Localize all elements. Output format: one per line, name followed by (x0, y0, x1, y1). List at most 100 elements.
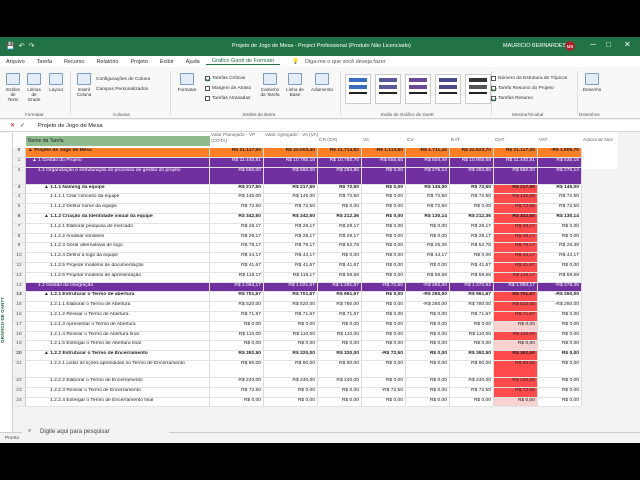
cv-cell[interactable]: R$ 44,17 (406, 253, 450, 262)
menu-arquivo[interactable]: Arquivo (0, 59, 31, 65)
table-row[interactable]: 13 1.2 Gestão da Integração R$ 1.094,17 R$ … (13, 282, 582, 293)
eat-cell[interactable]: R$ 0,00 (450, 397, 494, 407)
outline-number-checkbox[interactable]: Número da Estrutura de Tópicos (491, 76, 567, 81)
task-path-button[interactable]: Caminho da Tarefa (259, 73, 281, 97)
vat-cell[interactable]: R$ 0,00 (538, 263, 582, 272)
cr-cell[interactable]: R$ 961,67 (318, 292, 362, 302)
eat-cell[interactable]: R$ 1.372,62 (450, 282, 494, 292)
table-row[interactable]: 2 1.2 Organização e estruturação do proce… (13, 167, 582, 185)
cv-cell[interactable]: R$ 0,00 (406, 361, 450, 377)
row-id[interactable]: 10 (13, 253, 26, 262)
eat-cell[interactable]: R$ 961,67 (450, 292, 494, 302)
row-id[interactable]: 3 (13, 184, 26, 194)
gantt-style-5[interactable] (465, 74, 491, 104)
vat-cell[interactable]: -R$ 260,00 (538, 302, 582, 311)
oat-cell[interactable]: R$ 342,50 (494, 214, 538, 223)
vat-cell[interactable]: R$ 0,00 (538, 321, 582, 331)
vp-cell[interactable]: R$ 29,17 (210, 233, 264, 243)
row-id[interactable]: 9 (13, 243, 26, 253)
cv-cell[interactable]: R$ 0,00 (406, 397, 450, 407)
vc-cell[interactable]: R$ 0,00 (362, 204, 406, 213)
format-bar-button[interactable]: Formatar (176, 73, 198, 92)
cv-cell[interactable]: -R$ 260,00 (406, 292, 450, 302)
vp-cell[interactable]: R$ 79,17 (210, 243, 264, 253)
va-cell[interactable]: R$ 29,17 (264, 223, 318, 233)
vc-cell[interactable]: R$ 0,00 (362, 214, 406, 223)
oat-cell[interactable]: R$ 44,17 (494, 253, 538, 262)
va-cell[interactable]: R$ 20.003,40 (264, 148, 318, 157)
table-row[interactable]: 21 1.2.2.1 Listar as lições aprendidas no… (13, 361, 582, 378)
oat-cell[interactable]: R$ 29,17 (494, 233, 538, 243)
cr-cell[interactable]: R$ 0,00 (318, 253, 362, 262)
table-row[interactable]: 3 ▲ 1.1.1 Naming da equipe R$ 217,50 R$ 217… (13, 184, 582, 195)
eat-cell[interactable]: R$ 0,00 (450, 321, 494, 331)
va-cell[interactable]: R$ 119,17 (264, 272, 318, 282)
eat-cell[interactable]: R$ 0,00 (450, 253, 494, 262)
va-cell[interactable]: R$ 560,00 (264, 167, 318, 184)
eat-cell[interactable]: R$ 240,00 (450, 378, 494, 387)
row-id[interactable]: 5 (13, 204, 26, 213)
vp-cell[interactable]: R$ 29,17 (210, 223, 264, 233)
critical-tasks-checkbox[interactable]: Tarefas Críticas (205, 76, 245, 81)
va-cell[interactable]: R$ 10.785,18 (264, 157, 318, 167)
gantt-style-1[interactable] (345, 74, 371, 104)
task-name-cell[interactable]: 1.2.1.1 Elaborar o Termo de Abertura (26, 302, 210, 311)
row-id[interactable]: 21 (13, 361, 26, 377)
eat-cell[interactable]: R$ 29,17 (450, 223, 494, 233)
row-id[interactable]: 8 (13, 233, 26, 243)
cr-cell[interactable]: R$ 212,36 (318, 214, 362, 223)
oat-cell[interactable]: R$ 21.117,00 (494, 148, 538, 157)
vp-cell[interactable]: R$ 560,00 (210, 167, 264, 184)
task-name-cell[interactable]: ▲ 1 Gestão do Projeto (26, 157, 210, 167)
row-id[interactable]: 2 (13, 167, 26, 184)
tell-me-search[interactable]: Diga-me o que você deseja fazer (305, 59, 386, 65)
vat-cell[interactable]: R$ 72,50 (538, 194, 582, 204)
task-name-cell[interactable]: 1.2.1.5 Entregar o Termo de Abertura fin… (26, 341, 210, 351)
row-id[interactable]: 13 (13, 282, 26, 292)
cv-cell[interactable]: R$ 26,39 (406, 243, 450, 253)
table-row[interactable]: 7 1.1.2.1 Elaborar pesquisa de mercado R$ … (13, 223, 582, 234)
vc-cell[interactable]: R$ 0,00 (362, 341, 406, 351)
row-id[interactable]: 6 (13, 214, 26, 223)
vat-cell[interactable]: R$ 145,00 (538, 184, 582, 194)
oat-cell[interactable]: R$ 11.440,81 (494, 157, 538, 167)
vc-cell[interactable]: R$ 0,00 (362, 194, 406, 204)
table-row[interactable]: 23 1.2.2.3 Revisar o Termo de Encerrament… (13, 387, 582, 398)
vp-cell[interactable]: R$ 80,00 (210, 361, 264, 377)
oat-cell[interactable]: R$ 41,67 (494, 263, 538, 272)
layout-button[interactable]: Layout (48, 73, 64, 92)
vc-cell[interactable]: R$ 0,00 (362, 184, 406, 194)
cv-cell[interactable]: R$ 0,00 (406, 321, 450, 331)
insert-column-button[interactable]: Inserir Coluna (75, 73, 93, 97)
vp-cell[interactable]: R$ 72,50 (210, 204, 264, 213)
vp-cell[interactable]: R$ 110,00 (210, 331, 264, 341)
custom-fields-button[interactable]: Campos Personalizados (96, 87, 148, 92)
oat-cell[interactable]: R$ 701,67 (494, 292, 538, 302)
eat-cell[interactable]: R$ 780,00 (450, 302, 494, 311)
table-row[interactable]: 0 ▲ Projeto de Jogo de Mesa R$ 21.117,00 R$… (13, 148, 582, 158)
col-cr[interactable]: CR (CR) (319, 138, 363, 143)
text-styles-button[interactable]: Estilos de Texto (5, 73, 21, 102)
cr-cell[interactable]: R$ 240,00 (318, 378, 362, 387)
table-row[interactable]: 8 1.1.2.2 Analisar similares R$ 29,17 R$ 29… (13, 233, 582, 244)
cr-cell[interactable]: R$ 0,00 (318, 204, 362, 213)
cr-cell[interactable]: R$ 80,00 (318, 361, 362, 377)
cv-cell[interactable]: R$ 72,50 (406, 204, 450, 213)
row-id[interactable]: 14 (13, 292, 26, 302)
vp-cell[interactable]: R$ 0,00 (210, 321, 264, 331)
task-name-cell[interactable]: 1.1.2.3 Gerar alternativas de logo (26, 243, 210, 253)
va-cell[interactable]: R$ 145,00 (264, 194, 318, 204)
row-id[interactable]: 12 (13, 272, 26, 282)
confirm-icon[interactable]: ✓ (20, 123, 32, 129)
eat-cell[interactable]: R$ 29,17 (450, 233, 494, 243)
cr-cell[interactable]: R$ 72,50 (318, 194, 362, 204)
cr-cell[interactable]: R$ 110,00 (318, 331, 362, 341)
table-row[interactable]: 18 1.2.1.4 Revisar o Termo de Abertura fi… (13, 331, 582, 342)
vat-cell[interactable]: R$ 130,14 (538, 214, 582, 223)
vc-cell[interactable]: R$ 0,00 (362, 397, 406, 407)
project-summary-checkbox[interactable]: Tarefa Resumo do Projeto (491, 86, 554, 91)
close-icon[interactable]: ✕ (624, 40, 631, 49)
vat-cell[interactable]: R$ 275,14 (538, 167, 582, 184)
task-name-cell[interactable]: 1.1.2.2 Analisar similares (26, 233, 210, 243)
vat-cell[interactable]: R$ 59,58 (538, 272, 582, 282)
